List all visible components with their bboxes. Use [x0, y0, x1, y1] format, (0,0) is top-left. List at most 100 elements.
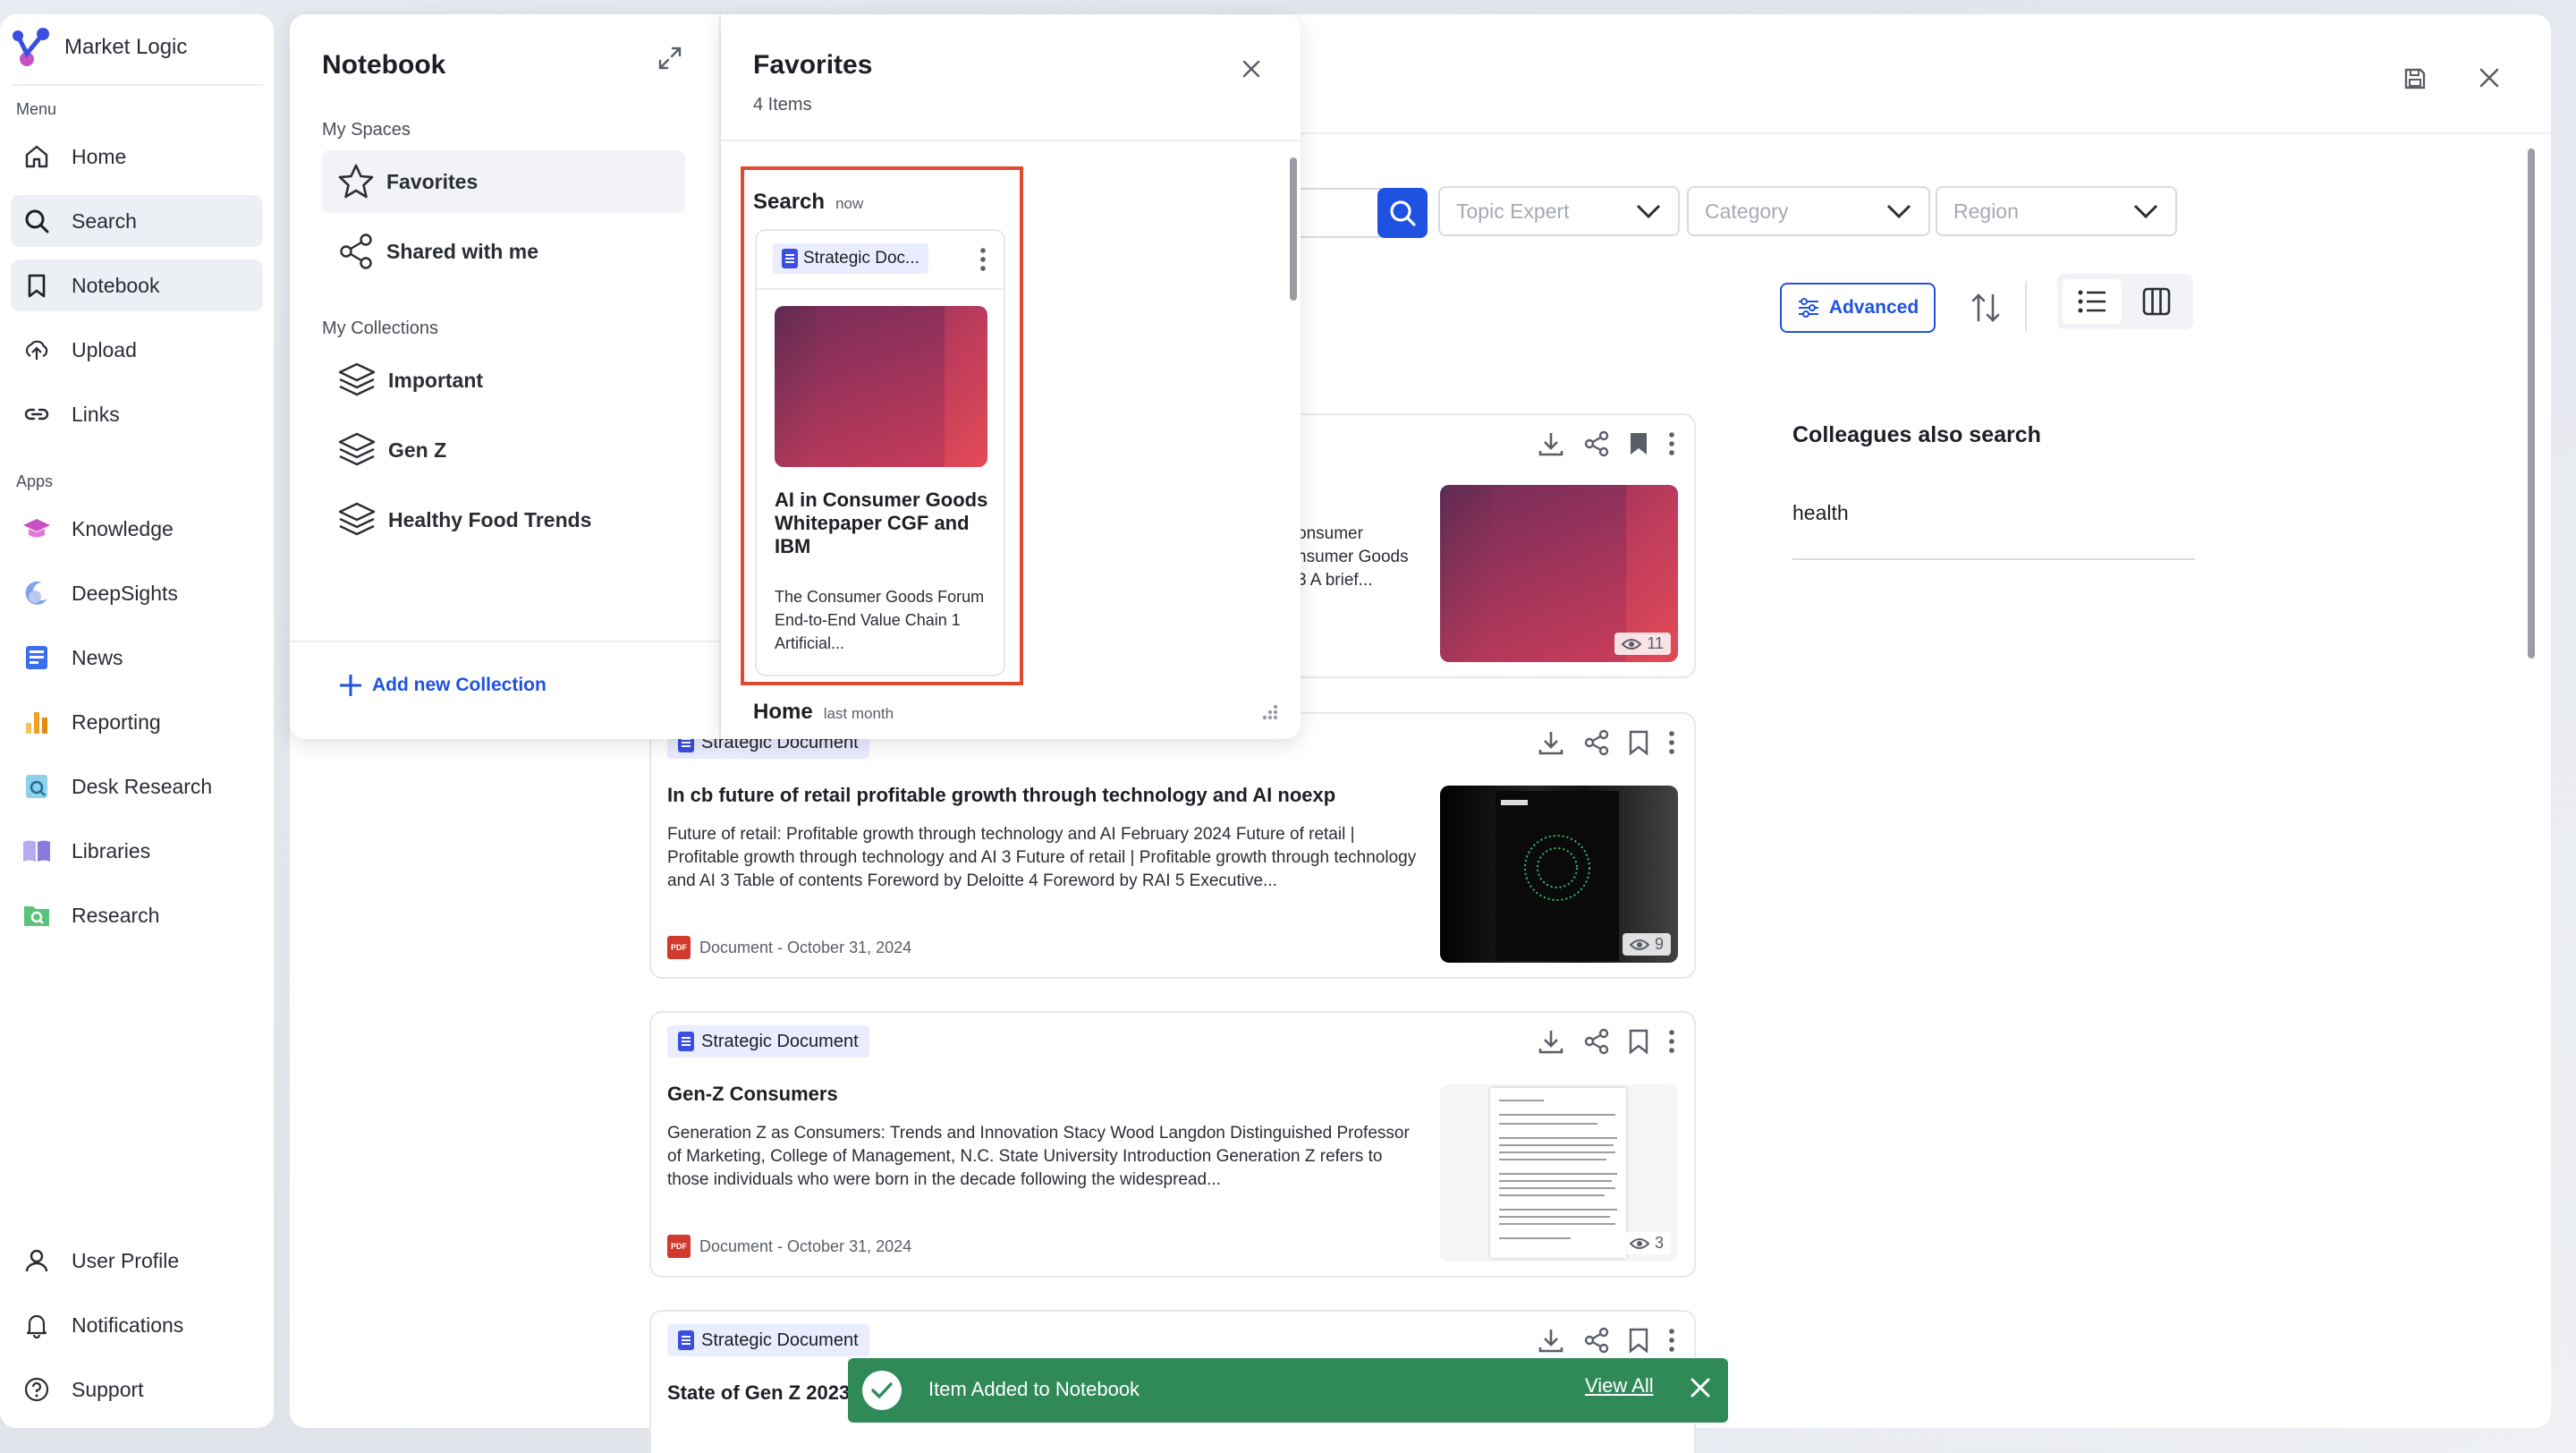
sidebar-item-research[interactable]: Research: [11, 889, 263, 941]
expand-icon[interactable]: [657, 45, 683, 76]
share-icon[interactable]: [1583, 430, 1610, 457]
sidebar-item-search[interactable]: Search: [11, 195, 263, 247]
sidebar-item-notebook[interactable]: Notebook: [11, 259, 263, 311]
download-icon[interactable]: [1537, 728, 1565, 757]
market-logic-logo-icon: [13, 28, 49, 66]
sidebar-item-libraries[interactable]: Libraries: [11, 825, 263, 877]
sidebar-item-label: Notebook: [72, 273, 160, 297]
chevron-down-icon: [2133, 204, 2158, 219]
layers-icon: [338, 432, 376, 466]
chevron-down-icon: [1636, 204, 1661, 219]
layers-icon: [338, 502, 376, 536]
download-icon[interactable]: [1537, 429, 1565, 458]
sidebar-item-notifications[interactable]: Notifications: [11, 1299, 263, 1351]
region-select[interactable]: Region: [1936, 186, 2177, 236]
more-vertical-icon[interactable]: [1667, 729, 1676, 756]
share-icon[interactable]: [1583, 1327, 1610, 1354]
colleagues-search-item[interactable]: health: [1792, 501, 1849, 525]
space-item-shared[interactable]: Shared with me: [322, 220, 685, 283]
grid-view-button[interactable]: [2141, 286, 2172, 321]
share-icon: [340, 234, 372, 269]
favorites-scrollbar[interactable]: [1290, 157, 1297, 301]
card-actions: [1537, 1326, 1676, 1355]
sidebar-item-label: News: [72, 645, 123, 669]
news-icon: [21, 642, 52, 673]
bell-icon: [21, 1310, 52, 1340]
search-icon: [1390, 200, 1416, 226]
doc-type-chip: Strategic Document: [667, 1025, 869, 1058]
bookmark-icon[interactable]: [1628, 729, 1649, 756]
more-vertical-icon[interactable]: [1667, 1028, 1676, 1055]
sidebar-item-label: Desk Research: [72, 774, 213, 798]
graduation-cap-icon: [21, 514, 52, 544]
result-title[interactable]: State of Gen Z 2023: [667, 1381, 850, 1405]
sidebar-item-label: Links: [72, 402, 120, 426]
select-value: Region: [1953, 199, 2019, 223]
sidebar-item-knowledge[interactable]: Knowledge: [11, 503, 263, 555]
resize-handle-icon[interactable]: [1258, 701, 1281, 725]
download-icon[interactable]: [1537, 1027, 1565, 1056]
sidebar-item-upload[interactable]: Upload: [11, 324, 263, 376]
collection-item-gen-z[interactable]: Gen Z: [322, 419, 685, 481]
more-vertical-icon[interactable]: [1667, 1327, 1676, 1354]
doc-type-chip: Strategic Doc...: [773, 243, 928, 274]
document-icon: [678, 1032, 694, 1051]
add-collection-button[interactable]: Add new Collection: [338, 673, 547, 698]
sidebar-item-label: Support: [72, 1377, 144, 1401]
sidebar-item-home[interactable]: Home: [11, 131, 263, 183]
sidebar-item-label: Reporting: [72, 710, 161, 734]
sidebar-item-user-profile[interactable]: User Profile: [11, 1235, 263, 1287]
bookmark-icon[interactable]: [1628, 1327, 1649, 1354]
sidebar-item-news[interactable]: News: [11, 632, 263, 684]
sidebar-item-label: Notifications: [72, 1313, 184, 1337]
advanced-button[interactable]: Advanced: [1780, 283, 1936, 333]
eye-icon: [1629, 939, 1649, 950]
sidebar-item-links[interactable]: Links: [11, 388, 263, 440]
result-meta: PDF Document - October 31, 2024: [667, 936, 911, 959]
list-icon: [2078, 290, 2106, 313]
close-icon[interactable]: [1241, 59, 1261, 83]
collection-item-healthy-food-trends[interactable]: Healthy Food Trends: [322, 489, 685, 551]
result-card[interactable]: Strategic Document In cb future of retai…: [649, 712, 1696, 979]
space-item-favorites[interactable]: Favorites: [322, 150, 685, 213]
view-count: 3: [1622, 1232, 1671, 1254]
brand[interactable]: Market Logic: [11, 27, 187, 68]
collection-item-label: Gen Z: [388, 438, 447, 462]
sidebar-item-reporting[interactable]: Reporting: [11, 696, 263, 748]
save-icon[interactable]: [2402, 66, 2428, 96]
share-icon[interactable]: [1583, 729, 1610, 756]
bookmark-icon[interactable]: [1628, 1028, 1649, 1055]
close-icon[interactable]: [1689, 1376, 1712, 1404]
collection-item-important[interactable]: Important: [322, 349, 685, 412]
favorite-card[interactable]: Strategic Doc... AI in Consumer Goods Wh…: [755, 229, 1005, 676]
doc-type-chip: Strategic Document: [667, 1324, 869, 1356]
view-all-link[interactable]: View All: [1585, 1374, 1654, 1398]
result-title[interactable]: In cb future of retail profitable growth…: [667, 784, 1335, 807]
result-thumbnail[interactable]: 3: [1440, 1084, 1678, 1262]
sidebar-item-deepsights[interactable]: DeepSights: [11, 567, 263, 619]
main-scrollbar[interactable]: [2528, 149, 2535, 659]
sort-icon[interactable]: [1970, 290, 2002, 330]
topic-expert-select[interactable]: Topic Expert: [1438, 186, 1680, 236]
bookmark-filled-icon[interactable]: [1628, 430, 1649, 457]
sidebar-item-label: Search: [72, 208, 137, 233]
sidebar-item-support[interactable]: Support: [11, 1364, 263, 1415]
more-vertical-icon[interactable]: [979, 247, 987, 272]
bookmark-icon: [21, 270, 52, 301]
download-icon[interactable]: [1537, 1326, 1565, 1355]
pdf-icon: PDF: [667, 936, 691, 959]
close-icon[interactable]: [2478, 66, 2501, 94]
search-button[interactable]: [1377, 188, 1428, 238]
sidebar-item-desk-research[interactable]: Desk Research: [11, 760, 263, 812]
result-title[interactable]: Gen-Z Consumers: [667, 1083, 838, 1106]
result-thumbnail[interactable]: 9: [1440, 786, 1678, 963]
share-icon[interactable]: [1583, 1028, 1610, 1055]
result-card[interactable]: Strategic Document Gen-Z Consumers Gener…: [649, 1011, 1696, 1278]
list-view-button[interactable]: [2063, 279, 2122, 324]
result-thumbnail[interactable]: 11: [1440, 485, 1678, 662]
more-vertical-icon[interactable]: [1667, 430, 1676, 457]
my-collections-label: My Collections: [322, 319, 439, 338]
category-select[interactable]: Category: [1687, 186, 1930, 236]
sidebar-item-label: Libraries: [72, 838, 151, 862]
search-input[interactable]: [1288, 188, 1381, 238]
